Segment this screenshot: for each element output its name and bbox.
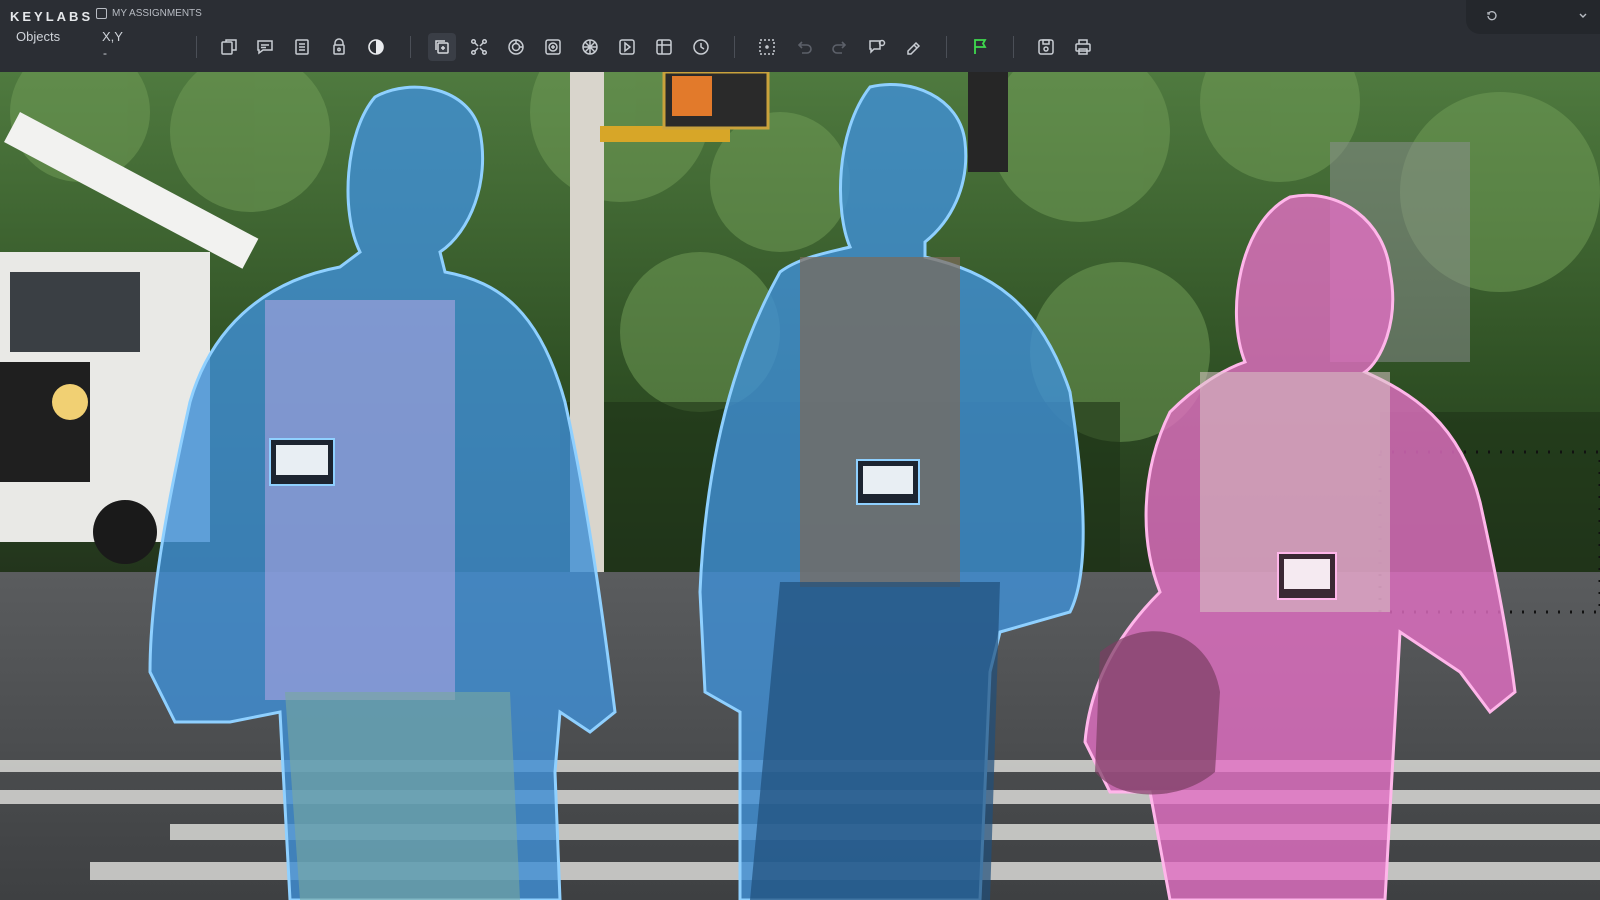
contrast-icon — [368, 39, 384, 55]
timer-button[interactable] — [687, 33, 715, 61]
select-button[interactable] — [753, 33, 781, 61]
annotation-canvas[interactable] — [0, 72, 1600, 900]
top-toolbar: KEYLABS MY ASSIGNMENTS Objects X,Y - — [0, 0, 1600, 72]
assignments-icon — [96, 8, 107, 19]
brand-logo: KEYLABS — [10, 9, 94, 24]
coordinate-value: - — [103, 46, 107, 60]
my-assignments-link[interactable]: MY ASSIGNMENTS — [96, 8, 202, 19]
flag-button[interactable] — [966, 33, 994, 61]
list-button[interactable] — [288, 33, 316, 61]
mask-button[interactable] — [539, 33, 567, 61]
comment-button[interactable] — [251, 33, 279, 61]
print-button[interactable] — [1069, 33, 1097, 61]
eraser-button[interactable] — [900, 33, 928, 61]
lock-icon — [333, 38, 345, 55]
grid-button[interactable] — [576, 33, 604, 61]
toolbar-divider — [410, 36, 411, 58]
contrast-button[interactable] — [362, 33, 390, 61]
table-button[interactable] — [650, 33, 678, 61]
objects-tab[interactable]: Objects — [16, 29, 60, 44]
target-button[interactable] — [502, 33, 530, 61]
toolbar-divider — [196, 36, 197, 58]
copy-frame-button[interactable] — [428, 33, 456, 61]
redo-icon — [832, 41, 847, 54]
scene-image[interactable] — [0, 72, 1600, 900]
timer-icon — [693, 39, 709, 55]
list-icon — [295, 39, 309, 55]
coordinate-label: X,Y — [102, 29, 123, 44]
add-frame-icon — [221, 39, 237, 55]
history-icon[interactable] — [1486, 10, 1498, 22]
toolbar-divider — [734, 36, 735, 58]
sam-button[interactable] — [613, 33, 641, 61]
toolbar-divider — [946, 36, 947, 58]
comment-icon — [257, 40, 273, 55]
undo-icon — [797, 41, 812, 54]
lock-button[interactable] — [325, 33, 353, 61]
undo-button[interactable] — [790, 33, 818, 61]
toolbar-divider — [1013, 36, 1014, 58]
copy-frame-icon — [435, 40, 449, 54]
print-icon — [1075, 39, 1091, 55]
select-icon — [759, 39, 775, 55]
my-assignments-label: MY ASSIGNMENTS — [112, 8, 202, 19]
target-icon — [508, 39, 524, 55]
sam-icon — [619, 39, 635, 55]
session-panel — [1466, 0, 1600, 34]
add-frame-button[interactable] — [215, 33, 243, 61]
save-button[interactable] — [1032, 33, 1060, 61]
redo-button[interactable] — [826, 33, 854, 61]
flag-icon — [974, 39, 987, 54]
save-icon — [1038, 39, 1054, 55]
grid-icon — [582, 39, 598, 55]
signal-hand — [672, 76, 712, 116]
keypoints-button[interactable] — [465, 33, 493, 61]
keypoints-icon — [470, 38, 488, 56]
table-icon — [656, 39, 672, 55]
feedback-icon — [869, 39, 886, 54]
feedback-button[interactable] — [863, 33, 891, 61]
chevron-down-icon[interactable] — [1578, 10, 1588, 20]
lamp-post — [968, 72, 1008, 172]
mask-icon — [545, 39, 561, 55]
eraser-icon — [907, 41, 921, 55]
